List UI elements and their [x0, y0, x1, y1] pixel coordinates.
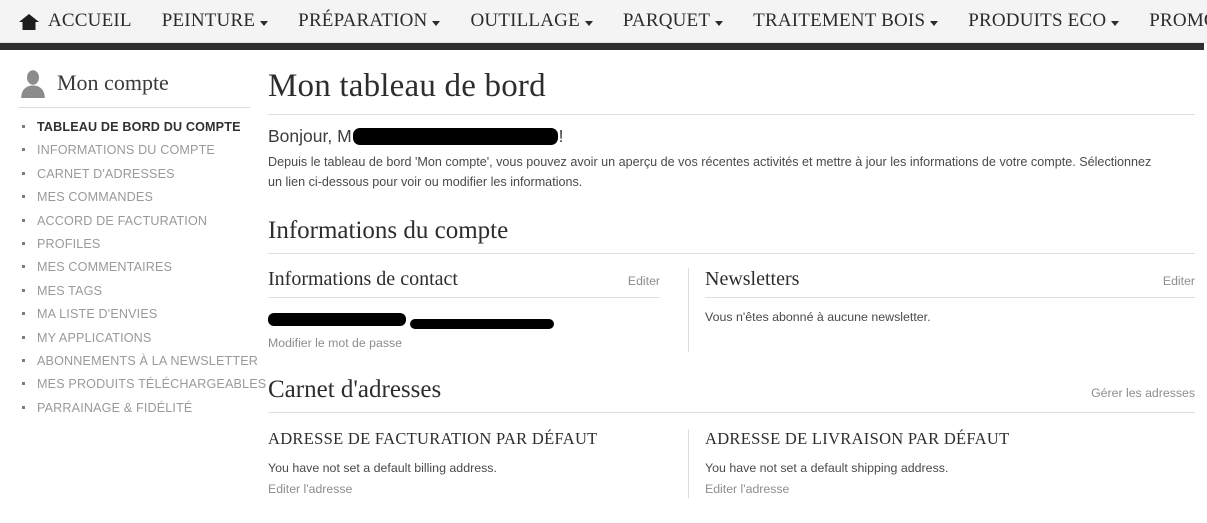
account-information-divider: [268, 253, 1195, 255]
contact-information-title: Informations de contact: [268, 268, 458, 291]
sidebar-item-accord-de-facturation[interactable]: ACCORD DE FACTURATION: [18, 214, 250, 228]
nav-item-traitement-bois[interactable]: TRAITEMENT BOIS: [753, 10, 939, 32]
nav-item-outillage[interactable]: OUTILLAGE: [470, 10, 593, 32]
sidebar-item-label: PROFILES: [37, 236, 101, 251]
sidebar-menu: TABLEAU DE BORD DU COMPTE INFORMATIONS D…: [18, 120, 266, 415]
chevron-down-icon: [930, 20, 939, 26]
address-book-divider: [268, 412, 1195, 414]
account-information-title: Informations du compte: [268, 217, 509, 245]
nav-item-promotions[interactable]: PROMOTIONS: [1149, 10, 1207, 32]
sidebar-item-mes-tags[interactable]: MES TAGS: [18, 284, 250, 298]
account-information-columns: Informations de contact Editer Modifier …: [268, 268, 1195, 353]
greeting-suffix: !: [558, 126, 564, 146]
nav-item-label: ACCUEIL: [48, 10, 132, 31]
sidebar-item-label: MA LISTE D'ENVIES: [37, 307, 158, 322]
nav-underline-bar: [0, 43, 1204, 50]
dashboard-intro-text: Depuis le tableau de bord 'Mon compte', …: [268, 154, 1152, 190]
default-shipping-address-text: You have not set a default shipping addr…: [705, 461, 949, 476]
nav-item-label: TRAITEMENT BOIS: [753, 10, 926, 31]
sidebar-item-ma-liste-envies[interactable]: MA LISTE D'ENVIES: [18, 307, 250, 321]
title-divider: [268, 114, 1195, 115]
address-book-title: Carnet d'adresses: [268, 376, 442, 404]
redacted-contact-email: [410, 319, 555, 330]
change-password-link[interactable]: Modifier le mot de passe: [268, 336, 402, 350]
sidebar-item-tableau-de-bord[interactable]: TABLEAU DE BORD DU COMPTE: [18, 120, 250, 134]
account-sidebar: Mon compte TABLEAU DE BORD DU COMPTE INF…: [0, 68, 268, 498]
page-body: Mon compte TABLEAU DE BORD DU COMPTE INF…: [0, 50, 1207, 499]
nav-item-produits-eco[interactable]: PRODUITS ECO: [968, 10, 1120, 32]
sidebar-item-produits-telechargeables[interactable]: MES PRODUITS TÉLÉCHARGEABLES: [18, 377, 266, 391]
newsletters-title: Newsletters: [705, 268, 800, 291]
nav-item-parquet[interactable]: PARQUET: [622, 10, 724, 32]
greeting-prefix: Bonjour, M: [268, 126, 352, 146]
newsletters-body: Vous n'êtes abonné à aucune newsletter.: [705, 298, 1195, 324]
sidebar-item-label: MES PRODUITS TÉLÉCHARGEABLES: [37, 377, 267, 392]
nav-item-preparation[interactable]: PRÉPARATION: [298, 10, 441, 32]
home-icon: [18, 13, 40, 31]
default-billing-address-text: You have not set a default billing addre…: [268, 461, 497, 476]
sidebar-item-label: MES TAGS: [37, 283, 103, 298]
manage-addresses-link[interactable]: Gérer les adresses: [1091, 386, 1195, 400]
edit-newsletters-link[interactable]: Editer: [1163, 274, 1195, 288]
greeting-line: Bonjour, M!: [268, 126, 1195, 146]
nav-item-label: PROMOTIONS: [1149, 10, 1207, 31]
sidebar-header: Mon compte: [18, 68, 250, 108]
page-title: Mon tableau de bord: [268, 68, 546, 104]
edit-billing-address-link[interactable]: Editer l'adresse: [268, 482, 352, 496]
sidebar-item-label: TABLEAU DE BORD DU COMPTE: [37, 120, 241, 134]
nav-item-accueil[interactable]: ACCUEIL: [18, 10, 132, 32]
address-book-header: Carnet d'adresses Gérer les adresses: [268, 376, 1195, 404]
sidebar-item-informations-du-compte[interactable]: INFORMATIONS DU COMPTE: [18, 143, 250, 157]
newsletters-header: Newsletters Editer: [705, 268, 1195, 299]
user-avatar-icon: [18, 68, 48, 98]
contact-information-box: Informations de contact Editer Modifier …: [268, 268, 688, 352]
default-billing-address-title: ADRESSE DE FACTURATION PAR DÉFAUT: [268, 429, 598, 449]
top-navigation-bar: ACCUEIL PEINTURE PRÉPARATION OUTILLAGE P…: [0, 0, 1207, 43]
sidebar-item-mes-commentaires[interactable]: MES COMMENTAIRES: [18, 260, 250, 274]
contact-information-header: Informations de contact Editer: [268, 268, 660, 299]
sidebar-item-carnet-adresses[interactable]: CARNET D'ADRESSES: [18, 167, 250, 181]
nav-item-label: PRÉPARATION: [298, 10, 428, 31]
chevron-down-icon: [1111, 20, 1120, 26]
chevron-down-icon: [584, 20, 593, 26]
main-content: Mon tableau de bord Bonjour, M! Depuis l…: [268, 68, 1207, 499]
sidebar-item-profiles[interactable]: PROFILES: [18, 237, 250, 251]
sidebar-item-parrainage-fidelite[interactable]: PARRAINAGE & FIDÉLITÉ: [18, 401, 250, 415]
sidebar-item-mes-commandes[interactable]: MES COMMANDES: [18, 190, 250, 204]
chevron-down-icon: [432, 20, 441, 26]
redacted-customer-name: [352, 128, 558, 146]
nav-item-label: PARQUET: [622, 10, 711, 31]
chevron-down-icon: [260, 20, 269, 26]
sidebar-item-my-applications[interactable]: MY APPLICATIONS: [18, 331, 250, 345]
sidebar-item-label: ABONNEMENTS À LA NEWSLETTER: [37, 353, 258, 368]
chevron-down-icon: [715, 20, 724, 26]
contact-information-body: Modifier le mot de passe: [268, 298, 660, 352]
nav-item-label: PRODUITS ECO: [968, 10, 1107, 31]
redacted-contact-name: [268, 313, 406, 327]
default-shipping-address-box: ADRESSE DE LIVRAISON PAR DÉFAUT You have…: [689, 429, 1195, 498]
address-book-columns: ADRESSE DE FACTURATION PAR DÉFAUT You ha…: [268, 429, 1195, 499]
edit-shipping-address-link[interactable]: Editer l'adresse: [705, 482, 789, 496]
sidebar-item-label: MES COMMANDES: [37, 190, 154, 205]
nav-item-label: PEINTURE: [161, 10, 256, 31]
default-shipping-address-title: ADRESSE DE LIVRAISON PAR DÉFAUT: [705, 429, 1010, 449]
newsletter-status-text: Vous n'êtes abonné à aucune newsletter.: [705, 310, 931, 325]
sidebar-item-label: MY APPLICATIONS: [37, 330, 152, 345]
newsletters-box: Newsletters Editer Vous n'êtes abonné à …: [689, 268, 1195, 352]
nav-item-label: OUTILLAGE: [470, 10, 580, 31]
sidebar-item-abonnements-newsletter[interactable]: ABONNEMENTS À LA NEWSLETTER: [18, 354, 258, 368]
sidebar-item-label: MES COMMENTAIRES: [37, 260, 173, 275]
sidebar-item-label: INFORMATIONS DU COMPTE: [37, 143, 215, 158]
sidebar-item-label: ACCORD DE FACTURATION: [37, 213, 208, 228]
nav-item-peinture[interactable]: PEINTURE: [161, 10, 269, 32]
sidebar-item-label: CARNET D'ADRESSES: [37, 166, 175, 181]
default-billing-address-box: ADRESSE DE FACTURATION PAR DÉFAUT You ha…: [268, 429, 688, 498]
edit-contact-information-link[interactable]: Editer: [628, 274, 660, 288]
sidebar-item-label: PARRAINAGE & FIDÉLITÉ: [37, 400, 193, 415]
sidebar-title: Mon compte: [57, 70, 169, 95]
